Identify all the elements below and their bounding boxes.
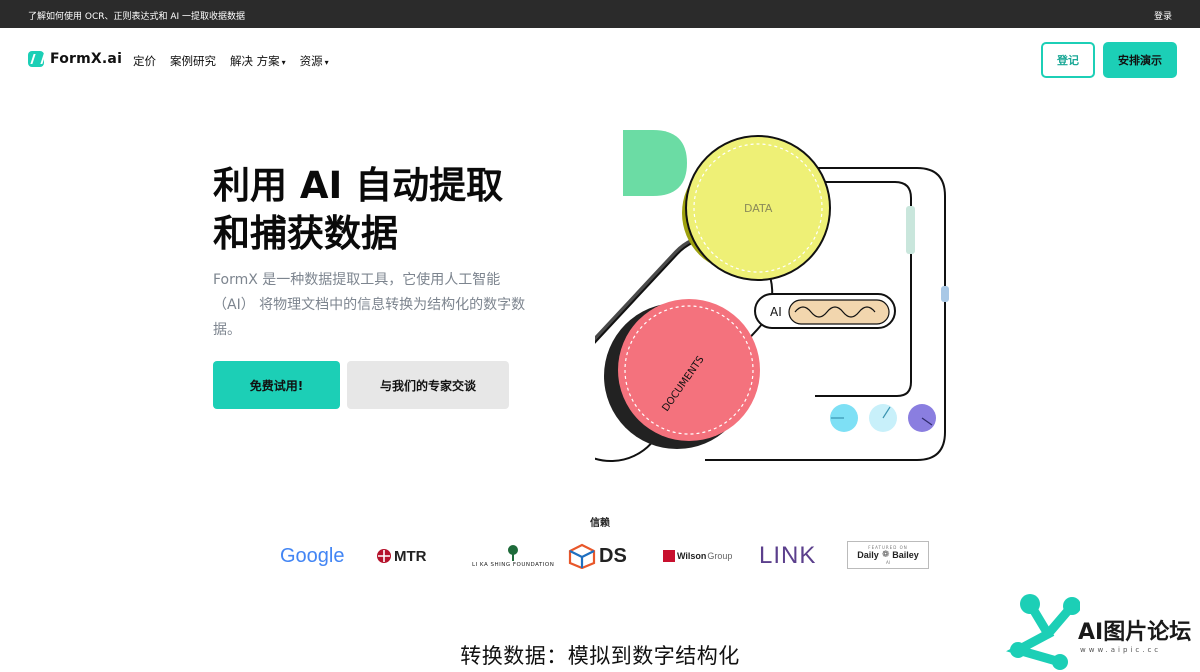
- ds-logo: DS: [568, 538, 627, 574]
- slider-handle: [906, 206, 915, 254]
- data-label: DATA: [744, 202, 773, 215]
- nav-item-resources-label: 资源: [299, 54, 323, 68]
- trusted-heading: 信赖: [590, 518, 610, 529]
- hero-title: 利用 AI 自动提取 和捕获数据: [213, 162, 573, 258]
- green-shape: [623, 130, 687, 196]
- nav-item-resources[interactable]: 资源 ▾: [300, 53, 329, 69]
- hero-description: FormX 是一种数据提取工具，它使用人工智能（AI） 将物理文档中的信息转换为…: [213, 272, 526, 338]
- ai-label: AI: [770, 305, 782, 319]
- li-ka-shing-wordmark: LI KA SHING FOUNDATION: [472, 562, 555, 568]
- logo[interactable]: FormX.ai: [28, 51, 122, 67]
- hero-title-line1: 利用 AI 自动提取: [213, 164, 504, 207]
- register-button[interactable]: 登记: [1041, 42, 1095, 78]
- cube-icon: [568, 543, 596, 569]
- customer-logos: Google MTR LI KA SHING FOUNDATION DS Wil…: [270, 538, 950, 574]
- wilson-group-suffix: Group: [707, 551, 733, 561]
- wilson-group-logo: Wilson Group: [663, 538, 732, 574]
- flower-icon: ❁: [881, 550, 890, 560]
- main-nav: FormX.ai 定价 案例研究 解决 方案 ▾ 资源 ▾ 登记 安排演示: [0, 28, 1200, 92]
- chevron-down-icon: ▾: [324, 58, 329, 67]
- mtr-icon: [377, 549, 391, 563]
- logo-text: FormX.ai: [50, 51, 123, 67]
- slider-handle-small: [941, 286, 949, 302]
- formx-logo-icon: [28, 51, 44, 67]
- nav-menu: 定价 案例研究 解决 方案 ▾ 资源 ▾: [133, 53, 329, 69]
- schedule-demo-button[interactable]: 安排演示: [1103, 42, 1177, 78]
- google-wordmark: Google: [280, 544, 345, 567]
- free-trial-button[interactable]: 免费试用!: [213, 361, 340, 409]
- nav-item-solutions-label: 解决 方案: [230, 54, 280, 68]
- watermark-text: AI图片论坛: [1078, 620, 1192, 645]
- mtr-logo: MTR: [376, 538, 427, 574]
- talk-to-expert-button[interactable]: 与我们的专家交谈: [347, 361, 509, 409]
- watermark-molecule-icon: [1006, 594, 1080, 670]
- wilson-mark-icon: [663, 550, 675, 562]
- daily-bailey-logo: FEATURED ON Daily ❁ Bailey AI: [847, 541, 929, 569]
- wilson-wordmark: Wilson: [677, 551, 707, 561]
- daily-wordmark: Daily: [857, 550, 879, 560]
- mtr-wordmark: MTR: [394, 547, 427, 565]
- daily-bailey-sub: AI: [886, 560, 890, 565]
- li-ka-shing-logo: LI KA SHING FOUNDATION: [472, 538, 554, 574]
- chevron-down-icon: ▾: [281, 58, 286, 67]
- nav-item-pricing[interactable]: 定价: [133, 53, 156, 69]
- watermark: AI图片论坛 www.aipic.cc: [1000, 590, 1200, 672]
- bailey-wordmark: Bailey: [892, 550, 919, 560]
- nav-item-case-studies[interactable]: 案例研究: [170, 53, 216, 69]
- watermark-url: www.aipic.cc: [1080, 646, 1162, 654]
- hero-title-line2: 和捕获数据: [213, 212, 398, 255]
- announcement-link[interactable]: 了解如何使用 OCR、正则表达式和 AI 一提取收据数据: [28, 9, 245, 22]
- tree-icon: [508, 545, 519, 561]
- hero-illustration: DATA AI DOCUMENTS: [595, 130, 949, 463]
- google-logo: Google: [280, 538, 345, 574]
- link-logo: LINK: [759, 538, 816, 574]
- link-wordmark: LINK: [759, 542, 817, 569]
- announcement-bar: 了解如何使用 OCR、正则表达式和 AI 一提取收据数据 登录: [0, 0, 1200, 28]
- ds-wordmark: DS: [599, 544, 627, 567]
- login-link[interactable]: 登录: [1154, 9, 1172, 22]
- nav-item-solutions[interactable]: 解决 方案 ▾: [230, 53, 286, 69]
